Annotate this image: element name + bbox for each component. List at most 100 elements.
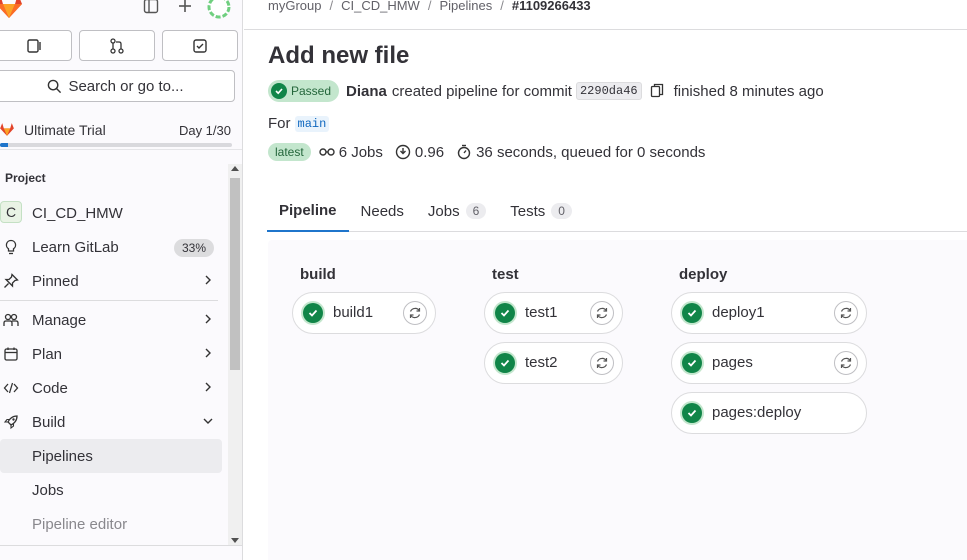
sidebar-item-jobs[interactable]: Jobs [0,473,228,507]
sidebar-item-pipelines[interactable]: Pipelines [0,439,222,473]
job-success-icon [682,303,702,323]
job-test2[interactable]: test2 [484,342,623,384]
job-test1[interactable]: test1 [484,292,623,334]
job-build1[interactable]: build1 [292,292,436,334]
rocket-icon [3,414,21,430]
retry-icon[interactable] [590,351,614,375]
search-label: Search or go to... [68,77,184,95]
retry-icon[interactable] [590,301,614,325]
todo-button[interactable] [162,30,238,61]
job-name: pages [712,354,753,371]
issues-button[interactable] [0,30,72,61]
trial-widget[interactable]: Ultimate Trial Day 1/30 [0,112,242,150]
latest-badge: latest [268,143,311,161]
users-icon [3,312,21,328]
tab-label: Tests [510,202,546,220]
sidebar-topbar [0,0,242,20]
job-success-icon [303,303,323,323]
breadcrumb-item-group[interactable]: myGroup [268,0,321,13]
timer-icon [456,144,472,160]
sidebar-item-label: Pipelines [32,448,93,465]
todo-check-icon [192,38,208,54]
breadcrumb: myGroup / CI_CD_HMW / Pipelines / #11092… [268,0,591,13]
sidebar-item-pinned[interactable]: Pinned [0,264,228,298]
tab-label: Pipeline [279,202,337,219]
breadcrumb-item-pipeline-id[interactable]: #1109266433 [512,0,591,13]
sidebar-scrollbar[interactable] [228,164,242,546]
tab-needs[interactable]: Needs [349,191,416,231]
status-success-icon [271,83,287,99]
retry-icon[interactable] [834,301,858,325]
scroll-thumb[interactable] [230,178,240,370]
branch-link[interactable]: main [294,115,330,132]
sidebar-item-manage[interactable]: Manage [0,303,228,337]
commit-sha[interactable]: 2290da46 [575,82,642,100]
tab-jobs[interactable]: Jobs 6 [416,191,498,231]
merge-requests-button[interactable] [79,30,155,61]
pipeline-icon [318,146,335,158]
trial-day: Day 1/30 [178,123,231,138]
divider [0,300,218,301]
search-button[interactable]: Search or go to... [0,70,235,102]
status-badge[interactable]: Passed [268,80,340,102]
job-pages[interactable]: pages [671,342,867,384]
created-text: created pipeline for commit [391,82,572,100]
sidebar-item-label: CI_CD_HMW [32,205,123,222]
pipeline-ref-line: For main [268,115,330,132]
sidebar-item-build[interactable]: Build [0,405,228,439]
pipeline-meta-line: Passed Diana created pipeline for commit… [268,80,824,102]
job-success-icon [495,353,515,373]
tab-pipeline[interactable]: Pipeline [267,191,349,232]
stage-title-deploy: deploy [679,266,728,283]
job-name: test2 [525,354,558,371]
job-deploy1[interactable]: deploy1 [671,292,867,334]
learn-percent-badge: 33% [173,239,214,257]
job-success-icon [495,303,515,323]
trial-progress-fill [0,143,8,147]
finished-text: finished 8 minutes ago [673,82,824,100]
breadcrumb-item-project[interactable]: CI_CD_HMW [341,0,420,13]
tab-tests[interactable]: Tests 0 [498,191,584,231]
scroll-up-arrow-icon[interactable] [231,166,239,171]
chevron-right-icon [202,313,214,325]
gitlab-tanuki-icon [0,122,16,138]
plus-icon[interactable] [177,0,193,14]
stage-title-build: build [300,266,336,283]
pin-icon [3,273,21,289]
divider [244,29,967,30]
pipeline-tabs: Pipeline Needs Jobs 6 Tests 0 [267,191,967,232]
breadcrumb-item-pipelines[interactable]: Pipelines [439,0,492,13]
stopwatch-compare-icon [395,144,411,160]
job-pages-deploy[interactable]: pages:deploy [671,392,867,434]
sidebar-item-code[interactable]: Code [0,371,228,405]
sidebar-item-plan[interactable]: Plan [0,337,228,371]
copy-icon[interactable] [650,83,664,99]
gitlab-logo-icon[interactable] [0,0,26,20]
job-name: pages:deploy [712,404,802,421]
retry-icon[interactable] [403,301,427,325]
job-success-icon [682,353,702,373]
sidebar-item-label: Pipeline editor [32,516,128,533]
avatar[interactable] [207,0,231,19]
job-success-icon [682,403,702,423]
tab-count-badge: 0 [551,203,572,219]
chevron-right-icon [202,347,214,359]
sidebar-toggle-icon[interactable] [143,0,159,14]
section-title-project: Project [5,171,46,185]
time-text: 36 seconds, queued for 0 seconds [476,143,706,161]
sidebar-item-label: Jobs [32,482,64,499]
sidebar-item-pipeline-editor[interactable]: Pipeline editor [0,507,228,541]
tab-count-badge: 6 [465,203,487,219]
page-title: Add new file [268,42,410,69]
author-link[interactable]: Diana [346,83,387,100]
breadcrumb-separator: / [427,0,432,13]
scroll-down-arrow-icon[interactable] [231,538,239,543]
sidebar-item-label: Learn GitLab [32,239,119,256]
sidebar-item-project[interactable]: C CI_CD_HMW [0,196,228,230]
sidebar-item-learn-gitlab[interactable]: Learn GitLab 33% [0,230,228,264]
sidebar-nav: C CI_CD_HMW Learn GitLab 33% Pinned Mana… [0,196,228,541]
retry-icon[interactable] [834,351,858,375]
status-label: Passed [291,84,332,98]
job-name: deploy1 [712,304,765,321]
sidebar-item-label: Plan [32,346,63,363]
